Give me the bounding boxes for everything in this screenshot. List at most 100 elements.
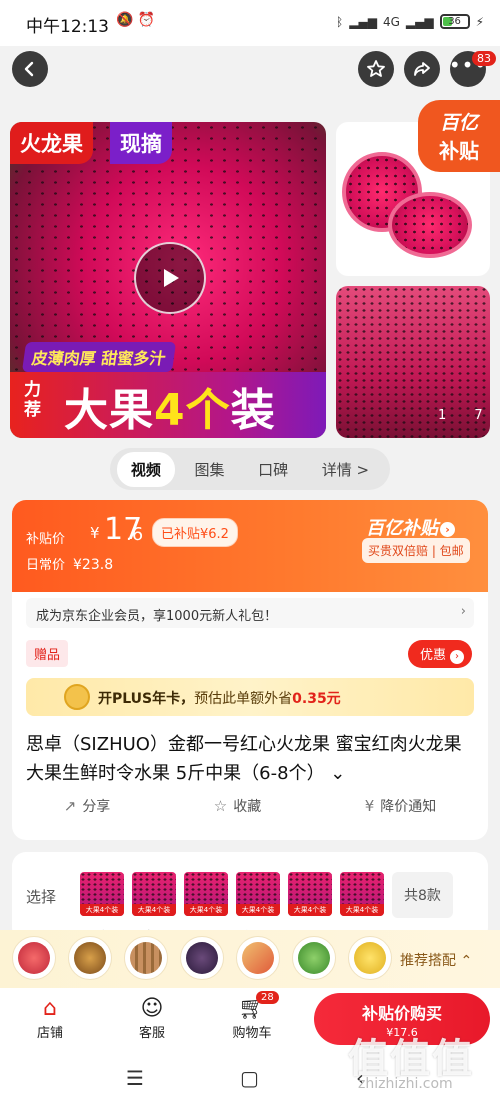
subsidy-badge-line2: 补贴 [439,139,479,163]
bluetooth-icon: ᛒ [336,14,344,29]
media-tabs: 视频 图集 口碑 详情 > [110,448,390,490]
favorite-label: 收藏 [233,799,262,815]
reco-item-okra[interactable] [292,936,336,980]
status-right: ᛒ ▂▄▆ 4G ▂▄▆ 36 ⚡ [336,14,484,29]
gift-tag: 赠品 [26,640,69,667]
favorite-button[interactable] [358,51,394,87]
chat-icon: ☺ [140,996,164,1021]
more-badge: 83 [472,51,496,66]
price-alert-label: 降价通知 [380,799,437,815]
plus-amount: 0.35元 [292,691,341,707]
daily-price-label: 日常价 [26,558,66,573]
reco-item-banana[interactable] [348,936,392,980]
reco-item-mango[interactable] [68,936,112,980]
play-icon [164,269,179,287]
subsidy-amount-badge: 已补贴¥6.2 [152,518,238,547]
variant-swatch[interactable]: 大果4个装 [340,872,384,916]
buy-label: 补贴价购买 [361,1004,442,1023]
subsidy-badge: 百亿 补贴 [418,100,500,172]
share-icon [414,62,430,76]
page-indicator: 1 7 [438,408,495,423]
reco-label[interactable]: 推荐搭配 ⌃ [400,950,472,970]
subsidy-badge-line1: 百亿 [439,112,478,134]
shop-label: 店铺 [36,1026,63,1041]
share-button[interactable] [404,51,440,87]
plus-text-bold: 开PLUS年卡， [98,691,195,707]
chevron-right-icon: › [460,604,466,619]
slogan-small: 皮薄肉厚 甜蜜多汁 [21,342,176,372]
coin-icon [64,684,90,710]
daily-price: ¥23.8 [73,557,114,573]
subsidy-program-link[interactable]: 百亿补贴 › [366,514,455,540]
star-icon: ☆ [213,797,228,815]
chevron-right-icon: › [440,521,455,537]
service-button[interactable]: ☺ 客服 [122,996,182,1041]
daily-price-row: 日常价 ¥23.8 [26,554,113,573]
back-button[interactable] [12,51,48,87]
cart-label: 购物车 [232,1026,272,1041]
battery-level: 36 [448,16,461,27]
coupon-button[interactable]: 优惠 › [408,640,473,668]
home-nav-icon[interactable]: ▢ [240,1066,259,1090]
program-title: 百亿补贴 [366,518,438,539]
variant-swatch[interactable]: 大果4个装 [236,872,280,916]
reco-item-sugarcane[interactable] [124,936,168,980]
slogan-recommend: 力荐 [24,380,41,420]
share-icon: ↗ [63,797,77,815]
variant-label: 选择 [26,888,57,906]
variant-swatch[interactable]: 大果4个装 [80,872,124,916]
battery-icon: 36 [439,14,470,29]
guarantee-badge: 买贵双倍赔 | 包邮 [362,538,470,563]
reco-item-gift-box[interactable] [236,936,280,980]
price-decimal: .6 [126,524,144,545]
signal-icon: ▂▄▆ [349,14,377,29]
share-label: 分享 [82,799,111,815]
yen-icon: ¥ [364,797,375,815]
star-icon [367,60,385,77]
watermark-url: zhizhizhi.com [358,1076,453,1092]
product-title[interactable]: 思卓（SIZHUO）金都一号红心火龙果 蜜宝红肉火龙果大果生鲜时令水果 5斤中果… [26,730,476,788]
recommendation-items [12,936,392,980]
vip-banner[interactable]: 成为京东企业会员，享1000元新人礼包！ › [26,598,474,628]
signal2-icon: ▂▄▆ [405,14,434,29]
slogan-big-suffix: 装 [230,385,276,436]
price-header: 补贴价 ¥ 17 .6 已补贴¥6.2 日常价 ¥23.8 百亿补贴 › 买贵双倍赔… [12,500,488,592]
shop-button[interactable]: ⌂ 店铺 [20,996,80,1041]
tab-reviews[interactable]: 口碑 [244,452,302,487]
tag-fruit: 火龙果 [10,122,93,164]
status-icons: 🔕 ⏰ [116,12,156,28]
price-alert-action[interactable]: ¥ 降价通知 [365,796,437,816]
slogan-big-prefix: 大果 [64,385,154,436]
network-label: 4G [382,14,400,29]
variant-swatches: 大果4个装 大果4个装 大果4个装 大果4个装 大果4个装 大果4个装 [80,872,384,916]
plus-banner[interactable]: 开PLUS年卡，预估此单额外省0.35元 [26,678,474,716]
reco-item-grape[interactable] [180,936,224,980]
product-video[interactable]: 火龙果 现摘 皮薄肉厚 甜蜜多汁 力荐 大果4个装 [10,122,326,438]
menu-nav-icon[interactable]: ☰ [126,1066,144,1090]
variant-card[interactable]: 选择 大果4个装 大果4个装 大果4个装 大果4个装 大果4个装 大果4个装 共… [12,852,488,945]
play-button[interactable] [134,242,206,314]
reco-item-peach[interactable] [12,936,56,980]
slogan-big-num: 4个 [154,385,231,436]
variant-swatch[interactable]: 大果4个装 [184,872,228,916]
tab-gallery[interactable]: 图集 [180,452,238,487]
tab-video[interactable]: 视频 [116,451,175,487]
tag-fresh: 现摘 [110,122,172,164]
cart-badge: 28 [256,991,279,1004]
favorite-action[interactable]: ☆ 收藏 [214,796,261,816]
variant-swatch[interactable]: 大果4个装 [288,872,332,916]
chevron-left-icon [24,61,34,77]
vip-text: 成为京东企业会员，享1000元新人礼包！ [36,609,278,624]
coupon-label: 优惠 [420,648,447,663]
fruit-half [388,192,472,258]
variant-swatch[interactable]: 大果4个装 [132,872,176,916]
price-card: 补贴价 ¥ 17 .6 已补贴¥6.2 日常价 ¥23.8 百亿补贴 › 买贵双倍赔… [12,500,488,840]
status-time: 中午12:13 [26,17,109,37]
variant-count[interactable]: 共8款 [392,872,453,918]
tab-details[interactable]: 详情 > [308,452,383,487]
action-row: ↗ 分享 ☆ 收藏 ¥ 降价通知 [12,796,488,816]
price-label: 补贴价 [26,532,66,547]
service-label: 客服 [138,1026,165,1041]
share-action[interactable]: ↗ 分享 [64,796,111,816]
chevron-right-icon: › [450,650,465,664]
